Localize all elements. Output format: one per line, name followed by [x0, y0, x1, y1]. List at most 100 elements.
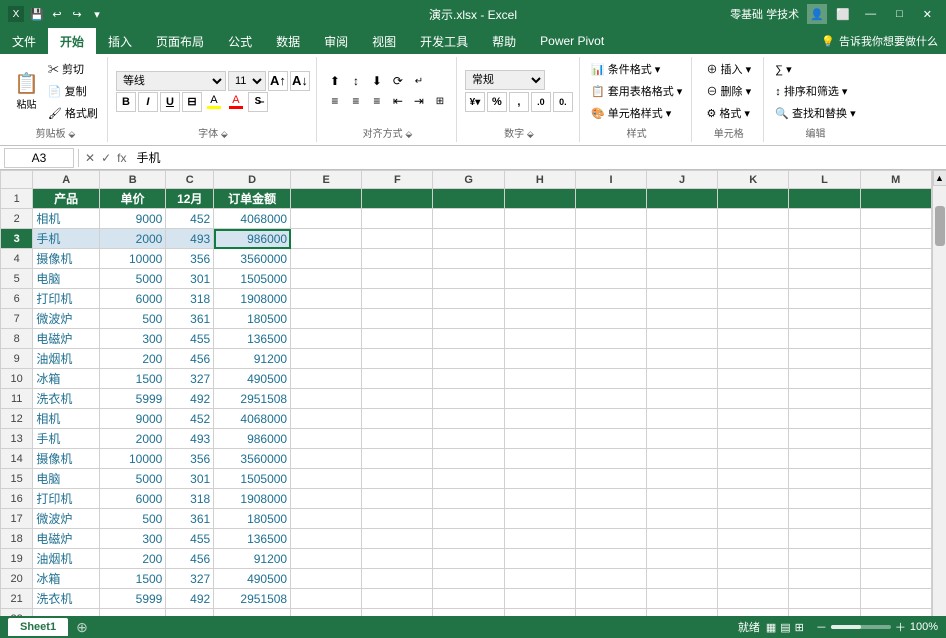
cell-r10-c13[interactable]: [860, 369, 932, 389]
format-painter-button[interactable]: 🖌 格式刷: [45, 103, 101, 123]
cell-r7-c13[interactable]: [860, 309, 932, 329]
paste-button[interactable]: 📋 粘贴: [10, 67, 43, 115]
row-header-17[interactable]: 17: [1, 509, 33, 529]
cell-r10-c7[interactable]: [433, 369, 504, 389]
cell-r18-c5[interactable]: [291, 529, 362, 549]
cell-r14-c5[interactable]: [291, 449, 362, 469]
cell-r17-c6[interactable]: [362, 509, 433, 529]
cell-r5-c11[interactable]: [718, 269, 789, 289]
cell-r13-c6[interactable]: [362, 429, 433, 449]
cell-r7-c2[interactable]: 500: [100, 309, 166, 329]
cell-r14-c2[interactable]: 10000: [100, 449, 166, 469]
cell-r3-c11[interactable]: [718, 229, 789, 249]
cell-r16-c6[interactable]: [362, 489, 433, 509]
tab-review[interactable]: 审阅: [312, 28, 360, 54]
tab-power-pivot[interactable]: Power Pivot: [528, 28, 616, 54]
cell-r4-c7[interactable]: [433, 249, 504, 269]
cell-r7-c10[interactable]: [647, 309, 718, 329]
tab-file[interactable]: 文件: [0, 28, 48, 54]
cell-r21-c7[interactable]: [433, 589, 504, 609]
cell-r12-c10[interactable]: [647, 409, 718, 429]
cell-r16-c5[interactable]: [291, 489, 362, 509]
cell-r19-c8[interactable]: [504, 549, 575, 569]
cell-r5-c2[interactable]: 5000: [100, 269, 166, 289]
cell-r13-c5[interactable]: [291, 429, 362, 449]
maximize-button[interactable]: □: [890, 6, 909, 22]
cell-r4-c11[interactable]: [718, 249, 789, 269]
cell-r4-c3[interactable]: 356: [166, 249, 214, 269]
cell-r21-c8[interactable]: [504, 589, 575, 609]
zoom-out-button[interactable]: －: [816, 619, 827, 635]
cell-r8-c11[interactable]: [718, 329, 789, 349]
cell-r5-c8[interactable]: [504, 269, 575, 289]
row-header-8[interactable]: 8: [1, 329, 33, 349]
cell-r10-c9[interactable]: [576, 369, 647, 389]
cell-r5-c10[interactable]: [647, 269, 718, 289]
cell-r13-c7[interactable]: [433, 429, 504, 449]
col-header-a[interactable]: A: [33, 171, 100, 189]
cell-r10-c10[interactable]: [647, 369, 718, 389]
cell-r2-c13[interactable]: [860, 209, 932, 229]
cell-r19-c2[interactable]: 200: [100, 549, 166, 569]
cell-r4-c1[interactable]: 摄像机: [33, 249, 100, 269]
col-header-d[interactable]: D: [214, 171, 291, 189]
row-header-21[interactable]: 21: [1, 589, 33, 609]
cell-r2-c4[interactable]: 4068000: [214, 209, 291, 229]
cell-r2-c5[interactable]: [291, 209, 362, 229]
cell-r7-c7[interactable]: [433, 309, 504, 329]
increase-indent-button[interactable]: ⇥: [409, 92, 429, 110]
format-cells-button[interactable]: ⚙ 格式 ▾: [703, 103, 754, 123]
cell-r10-c4[interactable]: 490500: [214, 369, 291, 389]
percent-button[interactable]: %: [487, 92, 507, 112]
tell-me-text[interactable]: 告诉我你想要做什么: [839, 33, 938, 49]
cell-r14-c1[interactable]: 摄像机: [33, 449, 100, 469]
tab-data[interactable]: 数据: [264, 28, 312, 54]
cell-r3-c2[interactable]: 2000: [100, 229, 166, 249]
font-size-select[interactable]: 11: [228, 71, 266, 91]
cell-r19-c4[interactable]: 91200: [214, 549, 291, 569]
cell-r10-c6[interactable]: [362, 369, 433, 389]
cell-r7-c6[interactable]: [362, 309, 433, 329]
cell-r3-c5[interactable]: [291, 229, 362, 249]
cell-styles-button[interactable]: 🎨 单元格样式 ▾: [588, 103, 685, 123]
row-header-16[interactable]: 16: [1, 489, 33, 509]
cell-r12-c5[interactable]: [291, 409, 362, 429]
merge-center-button[interactable]: ⊞: [430, 92, 450, 110]
cell-r2-c2[interactable]: 9000: [100, 209, 166, 229]
col-header-g[interactable]: G: [433, 171, 504, 189]
row-header-6[interactable]: 6: [1, 289, 33, 309]
cell-r17-c3[interactable]: 361: [166, 509, 214, 529]
cell-r9-c10[interactable]: [647, 349, 718, 369]
cell-r14-c13[interactable]: [860, 449, 932, 469]
col-header-m[interactable]: M: [860, 171, 932, 189]
cell-r6-c3[interactable]: 318: [166, 289, 214, 309]
tab-insert[interactable]: 插入: [96, 28, 144, 54]
row-header-5[interactable]: 5: [1, 269, 33, 289]
cell-r6-c10[interactable]: [647, 289, 718, 309]
cell-r3-c13[interactable]: [860, 229, 932, 249]
cell-r11-c3[interactable]: 492: [166, 389, 214, 409]
ribbon-toggle-button[interactable]: ⬜: [835, 6, 851, 22]
copy-button[interactable]: 📄 复制: [45, 81, 101, 101]
cell-r21-c9[interactable]: [576, 589, 647, 609]
cell-r4-c5[interactable]: [291, 249, 362, 269]
cell-r1-c5[interactable]: [291, 189, 362, 209]
cell-r20-c9[interactable]: [576, 569, 647, 589]
tab-help[interactable]: 帮助: [480, 28, 528, 54]
scroll-up-button[interactable]: ▲: [933, 170, 946, 186]
cell-r5-c13[interactable]: [860, 269, 932, 289]
tab-developer[interactable]: 开发工具: [408, 28, 480, 54]
cell-r9-c5[interactable]: [291, 349, 362, 369]
col-header-l[interactable]: L: [789, 171, 860, 189]
cell-r8-c3[interactable]: 455: [166, 329, 214, 349]
cell-r14-c8[interactable]: [504, 449, 575, 469]
cell-r20-c5[interactable]: [291, 569, 362, 589]
vertical-scrollbar[interactable]: ▲ ▼: [932, 170, 946, 636]
cell-r18-c7[interactable]: [433, 529, 504, 549]
cell-r12-c6[interactable]: [362, 409, 433, 429]
cell-r17-c1[interactable]: 微波炉: [33, 509, 100, 529]
formula-input[interactable]: [132, 150, 942, 166]
cell-r1-c11[interactable]: [718, 189, 789, 209]
cell-r1-c6[interactable]: [362, 189, 433, 209]
cell-r13-c4[interactable]: 986000: [214, 429, 291, 449]
